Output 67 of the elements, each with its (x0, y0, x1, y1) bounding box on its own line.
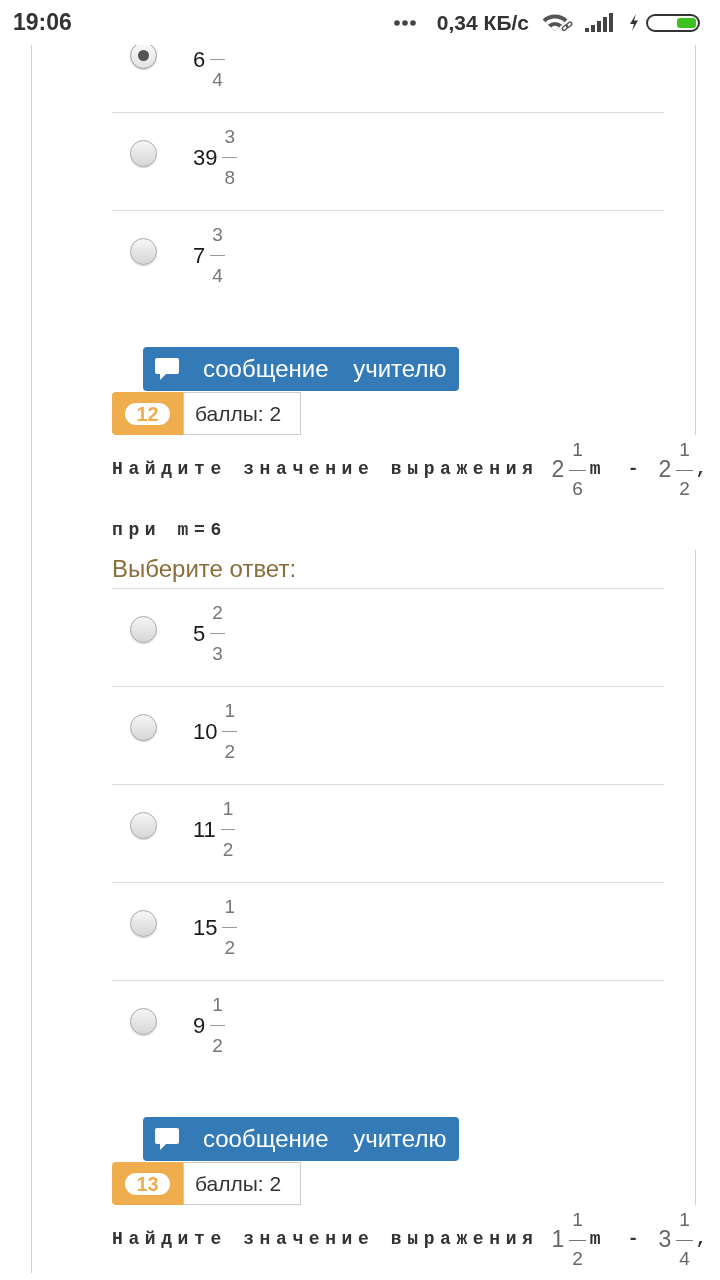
whole-number: 11 (193, 816, 216, 843)
wifi-icon (541, 13, 573, 32)
radio-button[interactable] (130, 714, 157, 741)
denominator: 3 (211, 644, 224, 664)
question-number-badge: 13 (125, 1172, 170, 1195)
points-label: баллы: 2 (183, 1162, 302, 1205)
answer-prompt: Выберите ответ: (112, 554, 297, 584)
question-text: Найдите значение выражения (112, 459, 539, 479)
denominator: 2 (211, 1036, 224, 1056)
whole-number: 39 (193, 144, 218, 171)
speech-bubble-icon (155, 358, 179, 380)
clock-time: 19:06 (13, 9, 72, 36)
whole-number: 6 (193, 46, 206, 73)
numerator: 1 (211, 995, 224, 1015)
message-teacher-button[interactable]: сообщение учителю (143, 1117, 460, 1161)
radio-button[interactable] (130, 1008, 157, 1035)
whole-number: 2 (551, 456, 565, 482)
points-label: баллы: 2 (183, 392, 302, 435)
whole-number: 1 (551, 1226, 565, 1252)
denominator: 2 (223, 742, 237, 762)
speech-bubble-icon (155, 1128, 179, 1150)
whole-number: 9 (193, 1012, 206, 1039)
radio-button[interactable] (130, 238, 157, 265)
math-operator: - (627, 459, 639, 479)
whole-number: 2 (658, 456, 672, 482)
math-variable: m (589, 459, 601, 479)
denominator: 6 (571, 479, 584, 498)
condition-text: при m=6 (112, 519, 227, 542)
battery-icon (646, 13, 700, 32)
numerator: 1 (571, 440, 584, 459)
numerator: 1 (678, 1210, 691, 1229)
denominator: 2 (571, 1249, 584, 1268)
network-speed: 0,34 КБ/с (436, 10, 529, 35)
radio-button[interactable] (130, 812, 157, 839)
lightning-bolt-icon (629, 14, 639, 31)
denominator: 2 (223, 938, 237, 958)
numerator: 2 (211, 603, 224, 623)
numerator: 1 (571, 1210, 584, 1229)
numerator: 1 (221, 799, 235, 819)
whole-number: 5 (193, 620, 206, 647)
radio-button[interactable] (130, 616, 157, 643)
numerator: 3 (211, 225, 224, 245)
denominator: 4 (211, 70, 224, 90)
message-teacher-button[interactable]: сообщение учителю (143, 347, 460, 391)
radio-button[interactable] (130, 140, 157, 167)
math-punctuation: , (695, 459, 707, 479)
question-number-badge: 12 (125, 402, 170, 425)
math-variable: m (589, 1229, 601, 1249)
denominator: 4 (678, 1249, 691, 1268)
numerator: 3 (223, 127, 237, 147)
whole-number: 10 (193, 718, 218, 745)
denominator: 4 (211, 266, 224, 286)
numerator: 1 (223, 701, 237, 721)
math-operator: - (627, 1229, 639, 1249)
whole-number: 7 (193, 242, 206, 269)
math-punctuation: , (695, 1229, 707, 1249)
whole-number: 15 (193, 914, 218, 941)
numerator: 1 (678, 440, 691, 459)
radio-button[interactable] (130, 910, 157, 937)
question-text: Найдите значение выражения (112, 1229, 539, 1249)
more-dots-icon (393, 19, 416, 26)
denominator: 2 (221, 840, 235, 860)
denominator: 8 (223, 168, 237, 188)
denominator: 2 (678, 479, 691, 498)
numerator: 1 (223, 897, 237, 917)
whole-number: 3 (658, 1226, 672, 1252)
signal-icon (585, 13, 615, 32)
